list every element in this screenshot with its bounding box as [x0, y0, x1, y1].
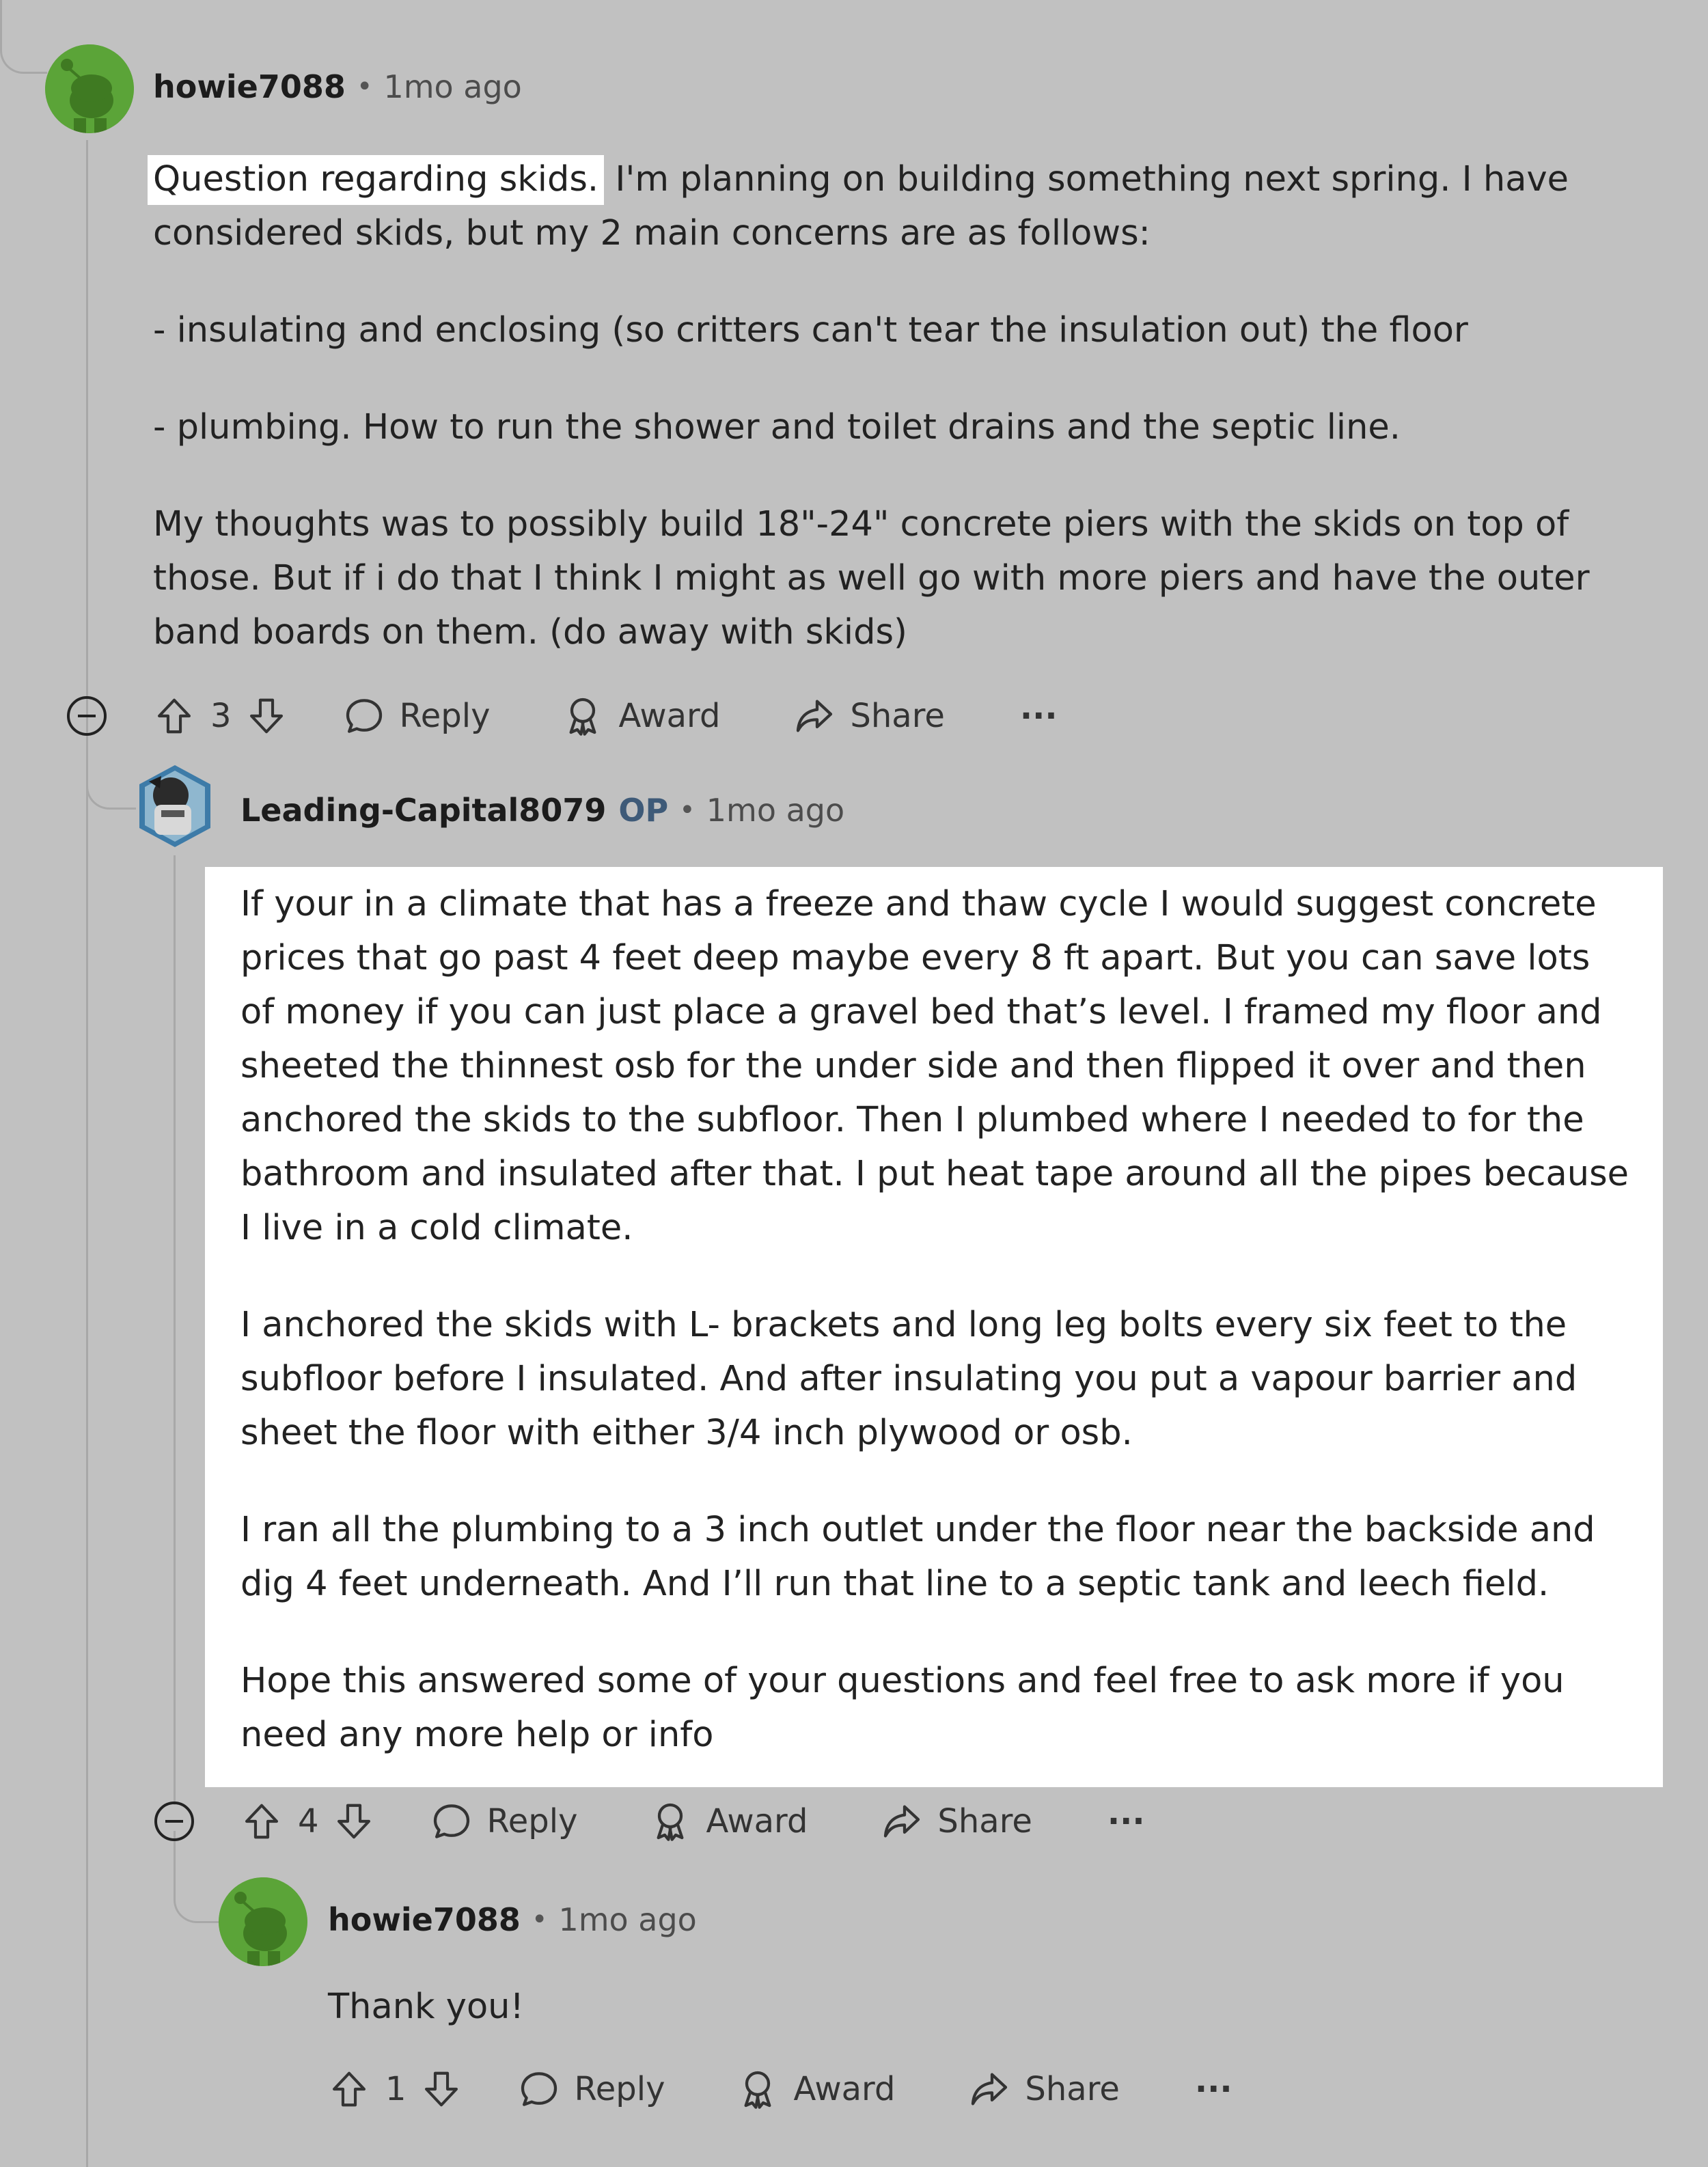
award-label: Award	[793, 2070, 896, 2108]
thread-curve-reply1	[86, 745, 136, 810]
comment-paragraph: - plumbing. How to run the shower and to…	[153, 407, 1401, 447]
award-button[interactable]: Award	[736, 2067, 895, 2111]
downvote-icon[interactable]	[420, 2068, 463, 2110]
award-icon	[648, 1799, 692, 1843]
avatar-icon	[45, 44, 134, 133]
comment-body: Question regarding skids. I'm planning o…	[148, 152, 1629, 659]
comment-paragraph: I ran all the plumbing to a 3 inch outle…	[240, 1510, 1595, 1604]
comment-meta: Leading-Capital8079 OP • 1mo ago	[240, 792, 844, 829]
reply-icon	[342, 694, 386, 738]
vote-count: 4	[298, 1802, 319, 1840]
reply-label: Reply	[486, 1802, 578, 1840]
award-label: Award	[706, 1802, 808, 1840]
share-button[interactable]: Share	[880, 1799, 1032, 1843]
comment-body: Thank you!	[328, 1980, 1626, 2034]
avatar[interactable]	[219, 1877, 307, 1966]
username[interactable]: Leading-Capital8079	[240, 792, 606, 829]
comment-body: If your in a climate that has a freeze a…	[240, 877, 1634, 1762]
thread-curve-reply2	[174, 1831, 222, 1923]
upvote-icon[interactable]	[328, 2068, 370, 2110]
timestamp[interactable]: 1mo ago	[383, 68, 521, 105]
share-label: Share	[1025, 2070, 1120, 2108]
comment-paragraph: Thank you!	[328, 1987, 524, 2027]
comment-paragraph: If your in a climate that has a freeze a…	[240, 884, 1629, 1248]
reply-button[interactable]: Reply	[342, 694, 491, 738]
comment-actions: 1 Reply Award Share ···	[328, 2062, 1232, 2116]
timestamp[interactable]: 1mo ago	[558, 1901, 696, 1938]
reply-button[interactable]: Reply	[517, 2067, 665, 2111]
share-icon	[880, 1799, 924, 1843]
reply-label: Reply	[399, 697, 491, 735]
collapse-icon[interactable]	[67, 696, 107, 736]
collapse-icon[interactable]	[154, 1802, 194, 1841]
reply-label: Reply	[574, 2070, 665, 2108]
more-icon[interactable]: ···	[1020, 697, 1058, 735]
award-button[interactable]: Award	[561, 694, 720, 738]
share-button[interactable]: Share	[793, 694, 945, 738]
avatar-icon	[219, 1877, 307, 1966]
comment-meta: howie7088 • 1mo ago	[328, 1901, 697, 1938]
meta-separator: •	[679, 795, 695, 826]
upvote-icon[interactable]	[153, 695, 195, 737]
downvote-icon[interactable]	[245, 695, 288, 737]
award-label: Award	[618, 697, 721, 735]
reply-icon	[517, 2067, 561, 2111]
username[interactable]: howie7088	[328, 1901, 521, 1938]
downvote-icon[interactable]	[333, 1800, 375, 1842]
thread-line-main	[86, 140, 88, 2167]
highlighted-text: Question regarding skids.	[148, 155, 605, 205]
award-icon	[561, 694, 605, 738]
award-icon	[736, 2067, 780, 2111]
comment-paragraph: I anchored the skids with L- brackets an…	[240, 1305, 1578, 1453]
share-icon	[967, 2067, 1011, 2111]
vote-count: 3	[210, 697, 232, 735]
avatar-icon	[139, 765, 210, 847]
username[interactable]: howie7088	[153, 68, 346, 105]
more-icon[interactable]: ···	[1195, 2070, 1232, 2108]
share-icon	[793, 694, 836, 738]
comment-paragraph: Question regarding skids. I'm planning o…	[148, 152, 1629, 260]
reply-button[interactable]: Reply	[430, 1799, 578, 1843]
meta-separator: •	[531, 1904, 548, 1935]
comment-actions: 4 Reply Award Share ···	[240, 1794, 1145, 1849]
vote-count: 1	[385, 2070, 407, 2108]
award-button[interactable]: Award	[648, 1799, 808, 1843]
comment-paragraph: Hope this answered some of your question…	[240, 1661, 1565, 1755]
comment-paragraph: - insulating and enclosing (so critters …	[153, 310, 1468, 350]
meta-separator: •	[356, 71, 373, 102]
share-button[interactable]: Share	[967, 2067, 1120, 2111]
share-label: Share	[937, 1802, 1032, 1840]
avatar[interactable]	[45, 44, 134, 133]
comment-paragraph: My thoughts was to possibly build 18"-24…	[153, 504, 1590, 652]
timestamp[interactable]: 1mo ago	[706, 792, 844, 829]
upvote-icon[interactable]	[240, 1800, 283, 1842]
op-badge: OP	[618, 792, 669, 829]
reply-icon	[430, 1799, 473, 1843]
thread-curve-top	[0, 0, 47, 74]
avatar[interactable]	[134, 761, 216, 851]
more-icon[interactable]: ···	[1107, 1802, 1145, 1840]
comment-meta: howie7088 • 1mo ago	[153, 68, 522, 105]
thread-line-reply1	[174, 855, 176, 1805]
share-label: Share	[850, 697, 945, 735]
comment-actions: 3 Reply Award Share ···	[153, 689, 1058, 743]
